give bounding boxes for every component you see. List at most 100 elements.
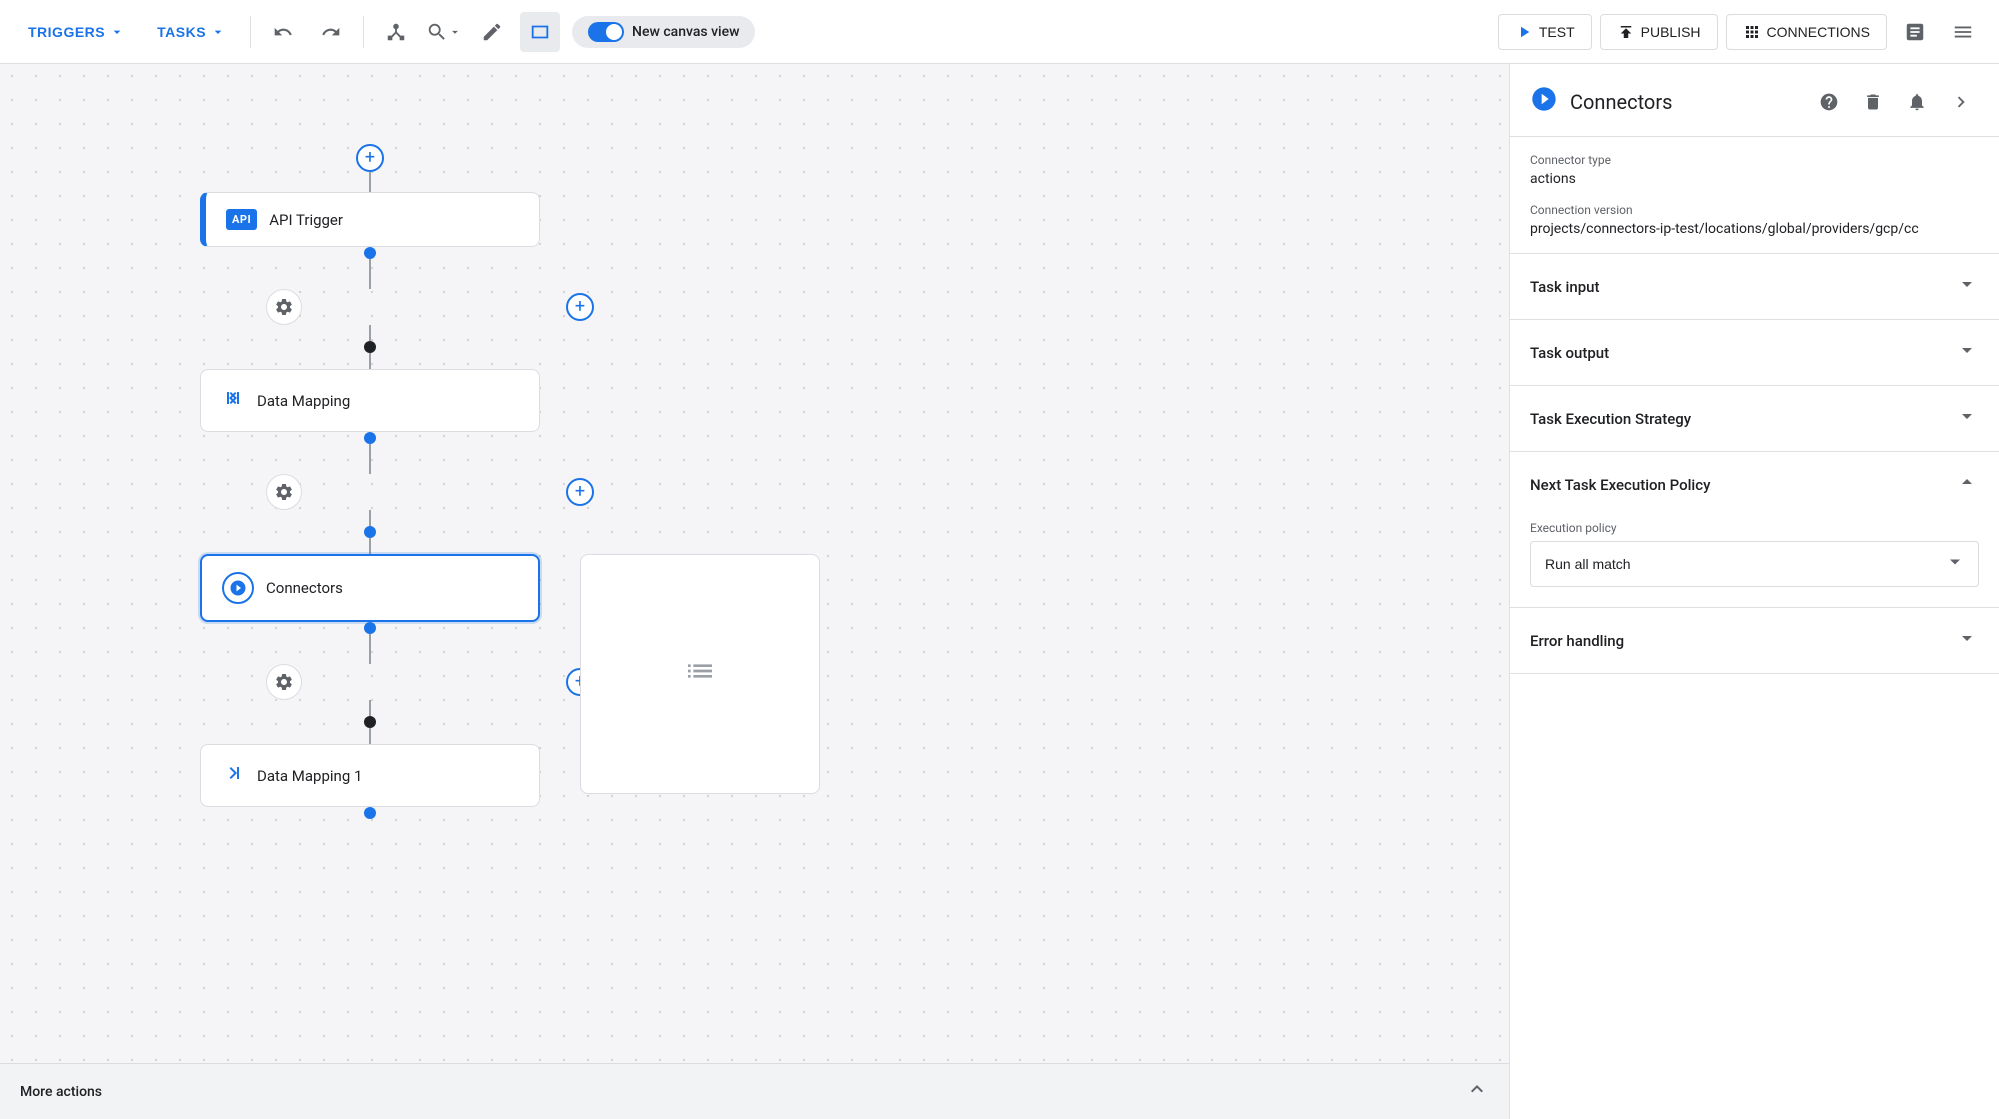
toolbar: TRIGGERS TASKS New canvas view TEST — [0, 0, 1999, 64]
connections-label: CONNECTIONS — [1767, 24, 1870, 40]
tasks-label: TASKS — [157, 24, 206, 40]
publish-button[interactable]: PUBLISH — [1600, 14, 1718, 50]
divider-1 — [250, 16, 251, 48]
delete-button[interactable] — [1855, 84, 1891, 120]
add-button-2[interactable]: + — [566, 293, 594, 321]
connector-circle-icon — [222, 572, 254, 604]
line-3 — [369, 325, 371, 341]
connector-dot-3 — [364, 432, 376, 444]
publish-label: PUBLISH — [1641, 24, 1701, 40]
chevron-down-svg-3 — [1955, 404, 1979, 428]
api-trigger-node[interactable]: API API Trigger — [200, 192, 540, 247]
gear-icon-1 — [274, 297, 294, 317]
data-mapping-1-node[interactable]: Data Mapping 1 — [200, 744, 540, 807]
analytics-button[interactable] — [1895, 12, 1935, 52]
analytics-icon — [1904, 21, 1926, 43]
connector-type-label: Connector type — [1530, 153, 1979, 167]
chevron-down-svg-1 — [1955, 272, 1979, 296]
connector-dot-6 — [364, 716, 376, 728]
redo-button[interactable] — [311, 12, 351, 52]
notify-button[interactable] — [1899, 84, 1935, 120]
line-6 — [369, 510, 371, 526]
next-task-execution-policy-section: Next Task Execution Policy Execution pol… — [1510, 452, 1999, 608]
connectors-label: Connectors — [266, 579, 343, 597]
network-button[interactable] — [376, 12, 416, 52]
panel-header: Connectors — [1510, 64, 1999, 137]
line-10 — [369, 728, 371, 744]
menu-button[interactable] — [1943, 12, 1983, 52]
error-handling-header[interactable]: Error handling — [1510, 608, 1999, 673]
task-execution-strategy-chevron-icon — [1955, 404, 1979, 433]
task-input-chevron-icon — [1955, 272, 1979, 301]
expand-button[interactable] — [1465, 1077, 1489, 1107]
zoom-icon — [426, 21, 448, 43]
line-2 — [369, 259, 371, 289]
triggers-chevron-icon — [109, 24, 125, 40]
canvas-toggle[interactable]: New canvas view — [572, 16, 755, 48]
task-output-section: Task output — [1510, 320, 1999, 386]
task-execution-strategy-section: Task Execution Strategy — [1510, 386, 1999, 452]
panel-icon-svg — [1530, 85, 1558, 113]
canvas-area[interactable]: + API API Trigger + — [0, 64, 1509, 1119]
line-5 — [369, 444, 371, 474]
tasks-chevron-icon — [210, 24, 226, 40]
task-output-header[interactable]: Task output — [1510, 320, 1999, 385]
line-7 — [369, 538, 371, 554]
next-task-execution-policy-header[interactable]: Next Task Execution Policy — [1510, 452, 1999, 517]
undo-icon — [273, 22, 293, 42]
toggle-switch — [588, 22, 624, 42]
task-output-title: Task output — [1530, 344, 1609, 362]
canvas-view-button[interactable] — [520, 12, 560, 52]
add-button-3[interactable]: + — [566, 478, 594, 506]
more-actions-label: More actions — [20, 1084, 102, 1100]
connections-button[interactable]: CONNECTIONS — [1726, 14, 1887, 50]
connector-dot-5 — [364, 622, 376, 634]
play-icon — [1515, 23, 1533, 41]
panel-title: Connectors — [1570, 90, 1799, 114]
connector-dot-2 — [364, 341, 376, 353]
list-svg — [684, 655, 716, 687]
connection-version-label: Connection version — [1530, 203, 1979, 217]
help-icon — [1819, 92, 1839, 112]
test-button[interactable]: TEST — [1498, 14, 1592, 50]
mapping-icon-2 — [221, 761, 245, 790]
line-1 — [369, 172, 371, 192]
connector-type-field: Connector type actions — [1530, 153, 1979, 187]
data-mapping-node[interactable]: Data Mapping — [200, 369, 540, 432]
execution-policy-label: Execution policy — [1530, 517, 1979, 535]
help-button[interactable] — [1811, 84, 1847, 120]
collapse-icon — [1950, 91, 1972, 113]
gear-btn-1[interactable] — [266, 289, 302, 325]
task-execution-strategy-header[interactable]: Task Execution Strategy — [1510, 386, 1999, 451]
tasks-button[interactable]: TASKS — [145, 16, 238, 48]
triggers-button[interactable]: TRIGGERS — [16, 16, 137, 48]
main-layout: + API API Trigger + — [0, 64, 1999, 1119]
middle-row-1: + — [200, 289, 540, 325]
task-input-header[interactable]: Task input — [1510, 254, 1999, 319]
add-button-top[interactable]: + — [356, 144, 384, 172]
connectors-node[interactable]: Connectors — [200, 554, 540, 622]
connector-dot-1 — [364, 247, 376, 259]
publish-icon — [1617, 23, 1635, 41]
canvas-icon — [529, 21, 551, 43]
gear-icon-2 — [274, 482, 294, 502]
list-icon — [684, 655, 716, 693]
task-execution-strategy-title: Task Execution Strategy — [1530, 410, 1691, 428]
collapse-panel-button[interactable] — [1943, 84, 1979, 120]
zoom-button[interactable] — [424, 12, 464, 52]
connections-icon — [1743, 23, 1761, 41]
edit-button[interactable] — [472, 12, 512, 52]
connector-dot-7 — [364, 807, 376, 819]
gear-btn-3[interactable] — [266, 664, 302, 700]
zoom-chevron-icon — [448, 25, 462, 39]
undo-button[interactable] — [263, 12, 303, 52]
triggers-label: TRIGGERS — [28, 24, 105, 40]
middle-row-2: + — [200, 474, 540, 510]
connection-version-value: projects/connectors-ip-test/locations/gl… — [1530, 221, 1979, 237]
chevron-down-svg-4 — [1955, 626, 1979, 650]
mapping-svg-2 — [221, 761, 245, 785]
bottom-panel: More actions — [0, 1063, 1509, 1119]
gear-btn-2[interactable] — [266, 474, 302, 510]
chevron-down-svg-2 — [1955, 338, 1979, 362]
execution-policy-select[interactable]: Run all match Run first match Run none — [1530, 541, 1979, 587]
